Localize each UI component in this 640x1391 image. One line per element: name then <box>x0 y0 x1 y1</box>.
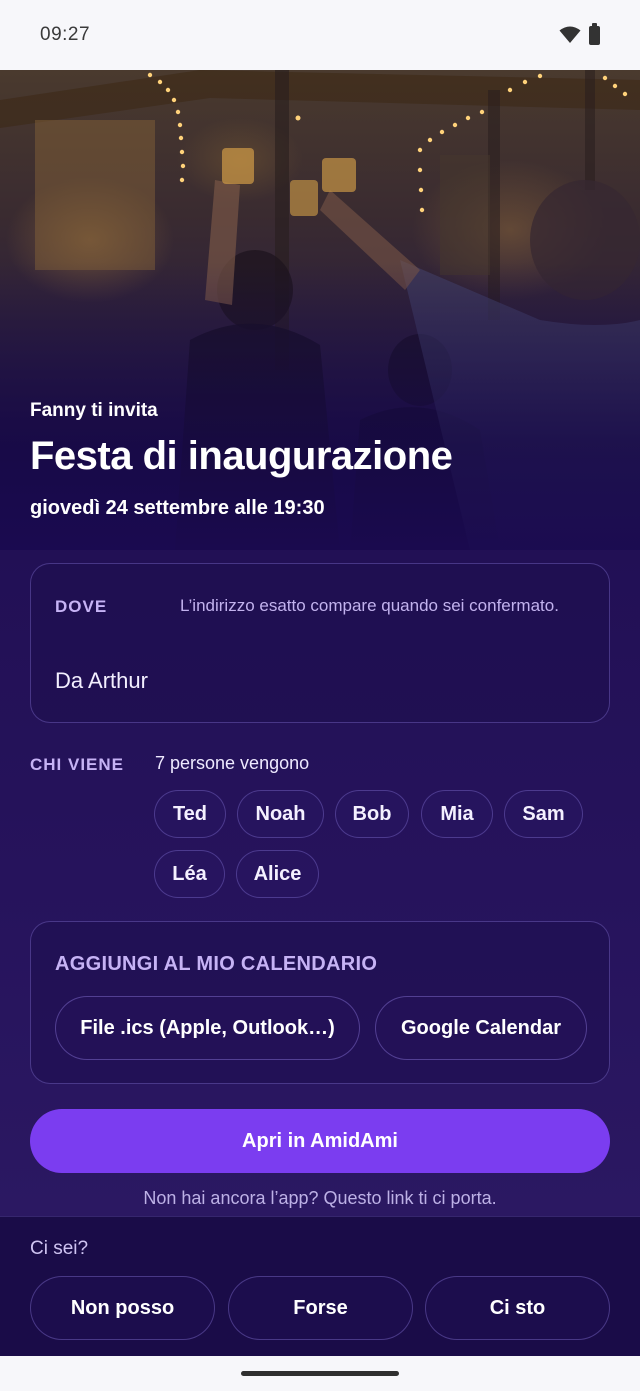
event-date: giovedì 24 settembre alle 19:30 <box>30 497 325 519</box>
rsvp-accept-button[interactable]: Ci sto <box>425 1276 610 1340</box>
host-line: Fanny ti invita <box>30 400 158 421</box>
ics-file-button[interactable]: File .ics (Apple, Outlook…) <box>55 996 360 1060</box>
system-nav-bar <box>0 1356 640 1391</box>
rsvp-question: Ci sei? <box>30 1238 89 1259</box>
status-bar: 09:27 <box>0 0 640 70</box>
attendee-chip[interactable]: Bob <box>335 790 409 838</box>
attendee-chip[interactable]: Alice <box>236 850 319 898</box>
home-indicator[interactable] <box>241 1371 399 1376</box>
where-label: DOVE <box>55 597 108 616</box>
attendee-count: 7 persone vengono <box>155 753 310 773</box>
who-label: CHI VIENE <box>30 755 125 774</box>
hero-section: Fanny ti invita Festa di inaugurazione g… <box>0 70 640 550</box>
attendee-chip[interactable]: Léa <box>154 850 225 898</box>
attendee-chip[interactable]: Mia <box>421 790 493 838</box>
event-title: Festa di inaugurazione <box>30 434 453 478</box>
event-details: DOVE L’indirizzo esatto compare quando s… <box>0 550 640 1216</box>
status-time: 09:27 <box>40 24 91 45</box>
rsvp-decline-button[interactable]: Non posso <box>30 1276 215 1340</box>
attendee-chip[interactable]: Sam <box>504 790 583 838</box>
attendee-chip[interactable]: Ted <box>154 790 226 838</box>
open-in-app-button[interactable]: Apri in AmidAmi <box>30 1109 610 1173</box>
app-link-note: Non hai ancora l’app? Questo link ti ci … <box>143 1188 497 1208</box>
calendar-card: AGGIUNGI AL MIO CALENDARIO File .ics (Ap… <box>30 921 610 1084</box>
rsvp-maybe-button[interactable]: Forse <box>228 1276 413 1340</box>
where-note: L’indirizzo esatto compare quando sei co… <box>180 596 559 615</box>
where-place: Da Arthur <box>55 668 148 693</box>
rsvp-bar: Ci sei? Non posso Forse Ci sto <box>0 1216 640 1356</box>
where-card: DOVE L’indirizzo esatto compare quando s… <box>30 563 610 723</box>
wifi-icon <box>559 26 581 43</box>
hero-text: Fanny ti invita Festa di inaugurazione g… <box>30 400 453 520</box>
battery-icon <box>589 22 600 45</box>
attendee-chip[interactable]: Noah <box>237 790 324 838</box>
status-icons <box>559 22 600 45</box>
calendar-label: AGGIUNGI AL MIO CALENDARIO <box>55 953 378 975</box>
google-calendar-button[interactable]: Google Calendar <box>375 996 587 1060</box>
